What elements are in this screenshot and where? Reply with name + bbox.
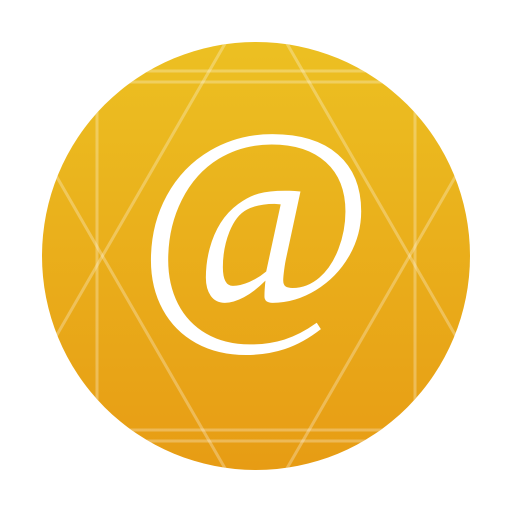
email-app-icon[interactable]: @ [0, 0, 512, 512]
at-sign-icon: @ [137, 76, 375, 362]
app-icon-stage: @ [0, 0, 512, 512]
